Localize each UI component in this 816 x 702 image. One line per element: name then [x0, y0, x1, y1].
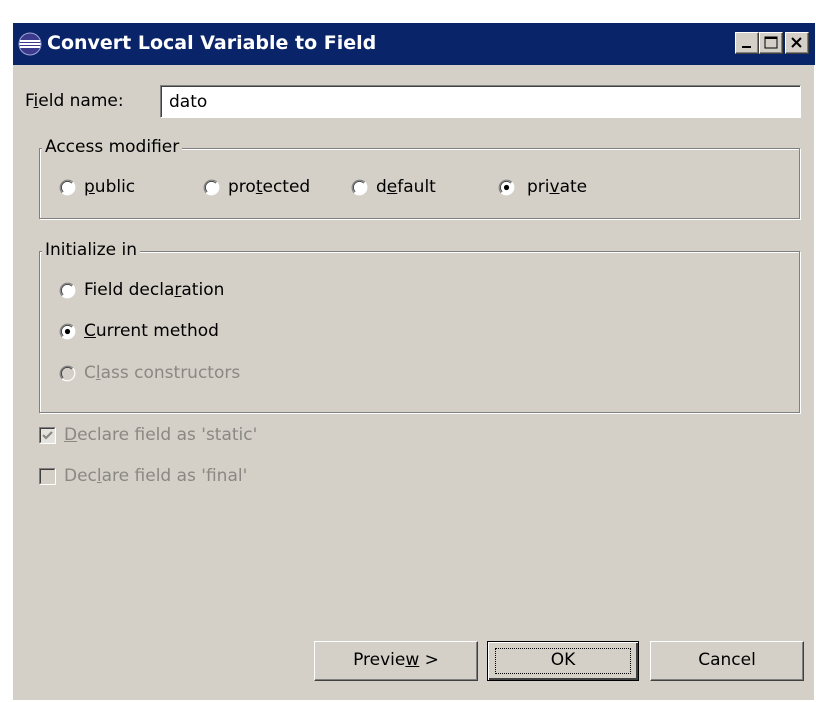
maximize-icon [764, 36, 778, 49]
window-title: Convert Local Variable to Field [47, 32, 377, 54]
radio-button-icon [351, 179, 368, 196]
checkbox-declare-static-label: Declare field as 'static' [64, 425, 258, 445]
checkbox-checked-disabled-icon [39, 427, 56, 444]
field-name-input[interactable] [160, 85, 801, 118]
minimize-icon [742, 46, 751, 48]
radio-protected-label: protected [228, 177, 311, 197]
radio-private-label: private [527, 177, 588, 197]
radio-field-declaration-label: Field declaration [84, 280, 225, 300]
title-bar[interactable]: Convert Local Variable to Field [13, 23, 815, 65]
minimize-button[interactable] [735, 32, 759, 54]
access-modifier-legend: Access modifier [42, 136, 183, 158]
radio-button-icon [59, 282, 76, 299]
preview-button[interactable]: Preview > [314, 641, 478, 681]
radio-default-label: default [376, 177, 436, 197]
initialize-in-legend: Initialize in [42, 239, 141, 261]
field-name-label: Field name: [25, 91, 124, 111]
convert-local-variable-dialog: Convert Local Variable to Field Field na… [12, 22, 815, 700]
maximize-button[interactable] [759, 32, 783, 54]
radio-public-label: public [84, 177, 136, 197]
close-button[interactable] [785, 32, 809, 54]
focus-indicator [495, 648, 631, 674]
eclipse-icon [18, 32, 42, 56]
ok-button[interactable]: OK [487, 641, 639, 681]
radio-button-disabled-icon [59, 365, 76, 382]
checkbox-disabled-icon [39, 468, 56, 485]
radio-button-icon [59, 179, 76, 196]
checkbox-declare-final-label: Declare field as 'final' [64, 466, 248, 486]
close-icon [791, 37, 802, 48]
cancel-button[interactable]: Cancel [650, 641, 804, 681]
radio-button-selected-icon [59, 323, 76, 340]
radio-class-constructors-label: Class constructors [84, 363, 241, 383]
radio-current-method-label: Current method [84, 321, 219, 341]
radio-button-selected-icon [498, 179, 515, 196]
radio-button-icon [203, 179, 220, 196]
